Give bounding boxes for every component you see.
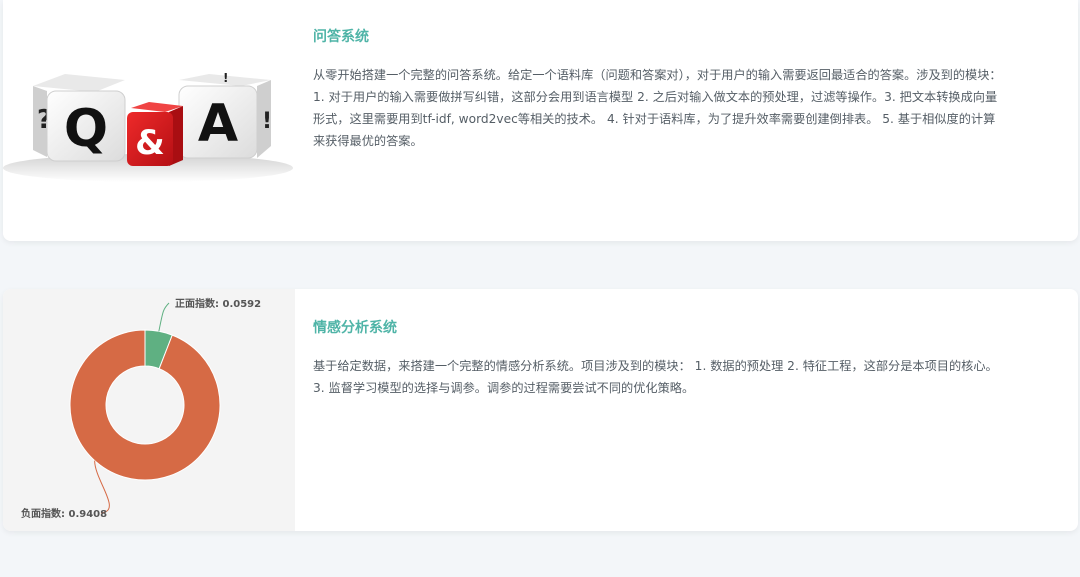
qa-image: ? Q ! ! A & xyxy=(3,0,295,241)
sentiment-project-card[interactable]: 正面指数: 0.0592 负面指数: 0.9408 情感分析系统 基于给定数据，… xyxy=(3,289,1078,531)
qa-description: 从零开始搭建一个完整的问答系统。给定一个语料库（问题和答案对），对于用户的输入需… xyxy=(313,68,1002,148)
sentiment-content: 情感分析系统 基于给定数据，来搭建一个完整的情感分析系统。项目涉及到的模块： 1… xyxy=(313,317,1006,399)
qa-title[interactable]: 问答系统 xyxy=(313,26,1006,48)
q-cube: ? Q xyxy=(33,74,126,162)
a-cube-letter: A xyxy=(198,94,238,154)
qa-project-card[interactable]: ? Q ! ! A & 问答系统 从零开始搭建一个完整的问答系统。给定一个语料库… xyxy=(3,0,1078,241)
negative-slice[interactable] xyxy=(69,329,221,481)
donut-slices xyxy=(69,329,221,481)
q-cube-letter: Q xyxy=(64,99,108,159)
a-cube: ! ! A xyxy=(178,71,272,159)
sentiment-donut-chart: 正面指数: 0.0592 负面指数: 0.9408 xyxy=(21,297,261,520)
negative-label: 负面指数: 0.9408 xyxy=(21,507,107,520)
positive-label: 正面指数: 0.0592 xyxy=(175,297,261,310)
positive-leader-line xyxy=(158,302,170,332)
ampersand-cube: & xyxy=(127,102,183,166)
ampersand-cube-letter: & xyxy=(135,123,165,163)
sentiment-description: 基于给定数据，来搭建一个完整的情感分析系统。项目涉及到的模块： 1. 数据的预处… xyxy=(313,359,998,395)
sentiment-title[interactable]: 情感分析系统 xyxy=(313,317,1006,339)
qa-content: 问答系统 从零开始搭建一个完整的问答系统。给定一个语料库（问题和答案对），对于用… xyxy=(313,26,1006,152)
a-cube-top-mark: ! xyxy=(223,71,228,85)
a-cube-side-mark: ! xyxy=(262,109,272,134)
qa-cubes-illustration: ? Q ! ! A & xyxy=(3,71,293,182)
q-cube-top xyxy=(33,74,125,92)
sentiment-chart-area: 正面指数: 0.0592 负面指数: 0.9408 xyxy=(3,289,295,531)
